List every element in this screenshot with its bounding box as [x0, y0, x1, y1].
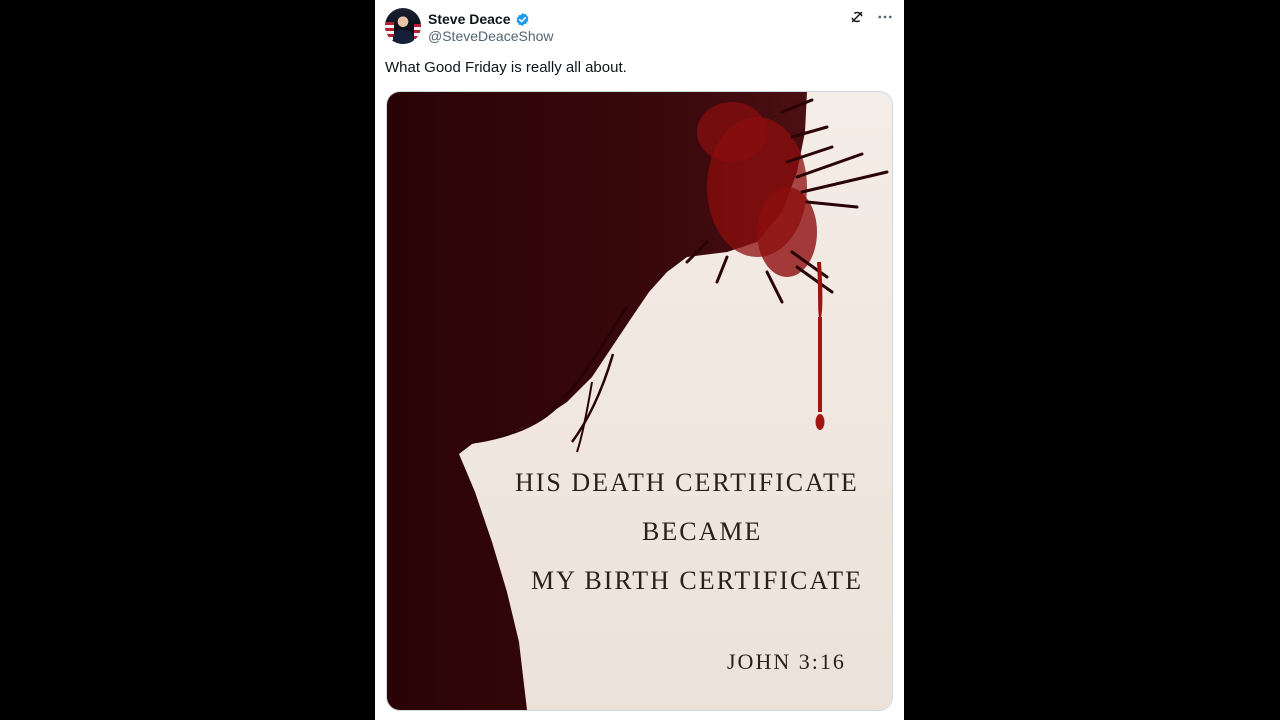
verified-badge-icon[interactable]	[515, 12, 530, 27]
post-card: Steve Deace @SteveDeaceShow What Good Fr…	[375, 0, 904, 720]
grok-icon[interactable]	[848, 8, 866, 26]
post-image[interactable]: HIS DEATH CERTIFICATE BECAME MY BIRTH CE…	[386, 91, 893, 711]
more-options-icon[interactable]	[876, 8, 894, 26]
crucifixion-artwork	[387, 92, 892, 710]
caption-line-1: HIS DEATH CERTIFICATE	[515, 468, 859, 497]
author-display-name[interactable]: Steve Deace	[428, 11, 511, 27]
caption-line-3: MY BIRTH CERTIFICATE	[531, 566, 864, 595]
avatar-flag-right	[414, 24, 421, 44]
avatar[interactable]	[385, 8, 421, 44]
author-handle[interactable]: @SteveDeaceShow	[428, 28, 554, 44]
tweet-text: What Good Friday is really all about.	[385, 59, 627, 76]
author-row: Steve Deace	[428, 10, 530, 28]
caption-line-2: BECAME	[642, 517, 763, 546]
avatar-figure	[393, 30, 413, 44]
bible-verse: JOHN 3:16	[727, 649, 846, 674]
post-actions-top	[848, 8, 894, 26]
